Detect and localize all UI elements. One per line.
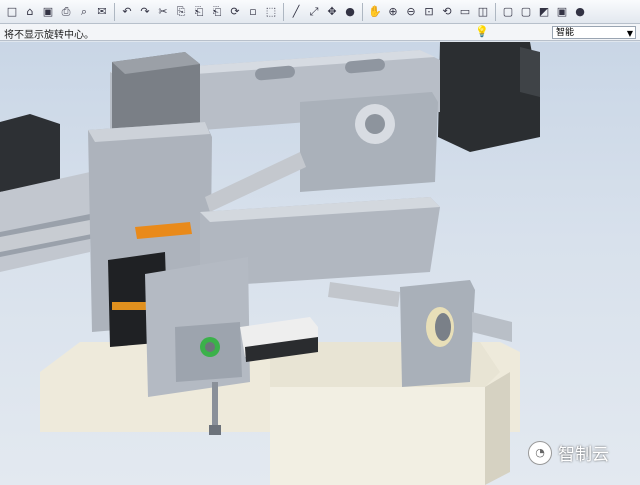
status-message: 将不显示旋转中心。: [4, 30, 94, 41]
paste-special-icon[interactable]: ⎗: [209, 4, 225, 20]
open-folder-icon[interactable]: ⌂: [22, 4, 38, 20]
datum-axis-icon[interactable]: ⤢: [306, 4, 322, 20]
main-toolbar: □ ⌂ ▣ ⎙ ⌕ ✉ ↶ ↷ ✂ ⎘ ⎗ ⎗ ⟳ ▫ ⬚ ╱ ⤢ ✥ ● ✋ …: [0, 0, 640, 24]
message-bar: 将不显示旋转中心。 💡 智能 ▼: [0, 24, 640, 41]
watermark-text: 智制云: [558, 445, 609, 465]
zoom-in-icon[interactable]: ⊕: [385, 4, 401, 20]
regenerate-icon[interactable]: ⟳: [227, 4, 243, 20]
copy-icon[interactable]: ⎘: [173, 4, 189, 20]
zoom-out-icon[interactable]: ⊖: [403, 4, 419, 20]
toolbar-separator: [495, 2, 496, 21]
wireframe-icon[interactable]: ▢: [500, 4, 516, 20]
paste-icon[interactable]: ⎗: [191, 4, 207, 20]
graphics-viewport[interactable]: [0, 42, 640, 485]
sketch-icon[interactable]: ╱: [288, 4, 304, 20]
hidden-line-icon[interactable]: ▢: [518, 4, 534, 20]
cut-icon[interactable]: ✂: [155, 4, 171, 20]
render-sphere-icon[interactable]: ●: [342, 4, 358, 20]
email-icon[interactable]: ✉: [94, 4, 110, 20]
print-preview-icon[interactable]: ⌕: [76, 4, 92, 20]
new-file-icon[interactable]: □: [4, 4, 20, 20]
layers-icon[interactable]: ◫: [475, 4, 491, 20]
saved-views-icon[interactable]: ▭: [457, 4, 473, 20]
selection-filter-dropdown[interactable]: 智能 ▼: [552, 26, 636, 39]
pan-icon[interactable]: ✋: [367, 4, 383, 20]
undo-icon[interactable]: ↶: [119, 4, 135, 20]
refit-icon[interactable]: ⊡: [421, 4, 437, 20]
wechat-icon: ◔: [528, 440, 552, 465]
lightbulb-icon[interactable]: 💡: [475, 25, 489, 38]
spin-center-icon[interactable]: ✥: [324, 4, 340, 20]
no-hidden-icon[interactable]: ◩: [536, 4, 552, 20]
cad-model-render: [0, 42, 540, 485]
selection-filter-value: 智能: [556, 28, 575, 38]
appearance-icon[interactable]: ●: [572, 4, 588, 20]
watermark: ◔ 智制云: [528, 440, 609, 465]
reorient-icon[interactable]: ⟲: [439, 4, 455, 20]
toolbar-separator: [114, 2, 115, 21]
print-icon[interactable]: ⎙: [58, 4, 74, 20]
chevron-down-icon[interactable]: ▼: [627, 27, 633, 40]
save-icon[interactable]: ▣: [40, 4, 56, 20]
select-box-icon[interactable]: ⬚: [263, 4, 279, 20]
find-icon[interactable]: ▫: [245, 4, 261, 20]
shaded-icon[interactable]: ▣: [554, 4, 570, 20]
toolbar-separator: [283, 2, 284, 21]
toolbar-separator: [362, 2, 363, 21]
redo-icon[interactable]: ↷: [137, 4, 153, 20]
